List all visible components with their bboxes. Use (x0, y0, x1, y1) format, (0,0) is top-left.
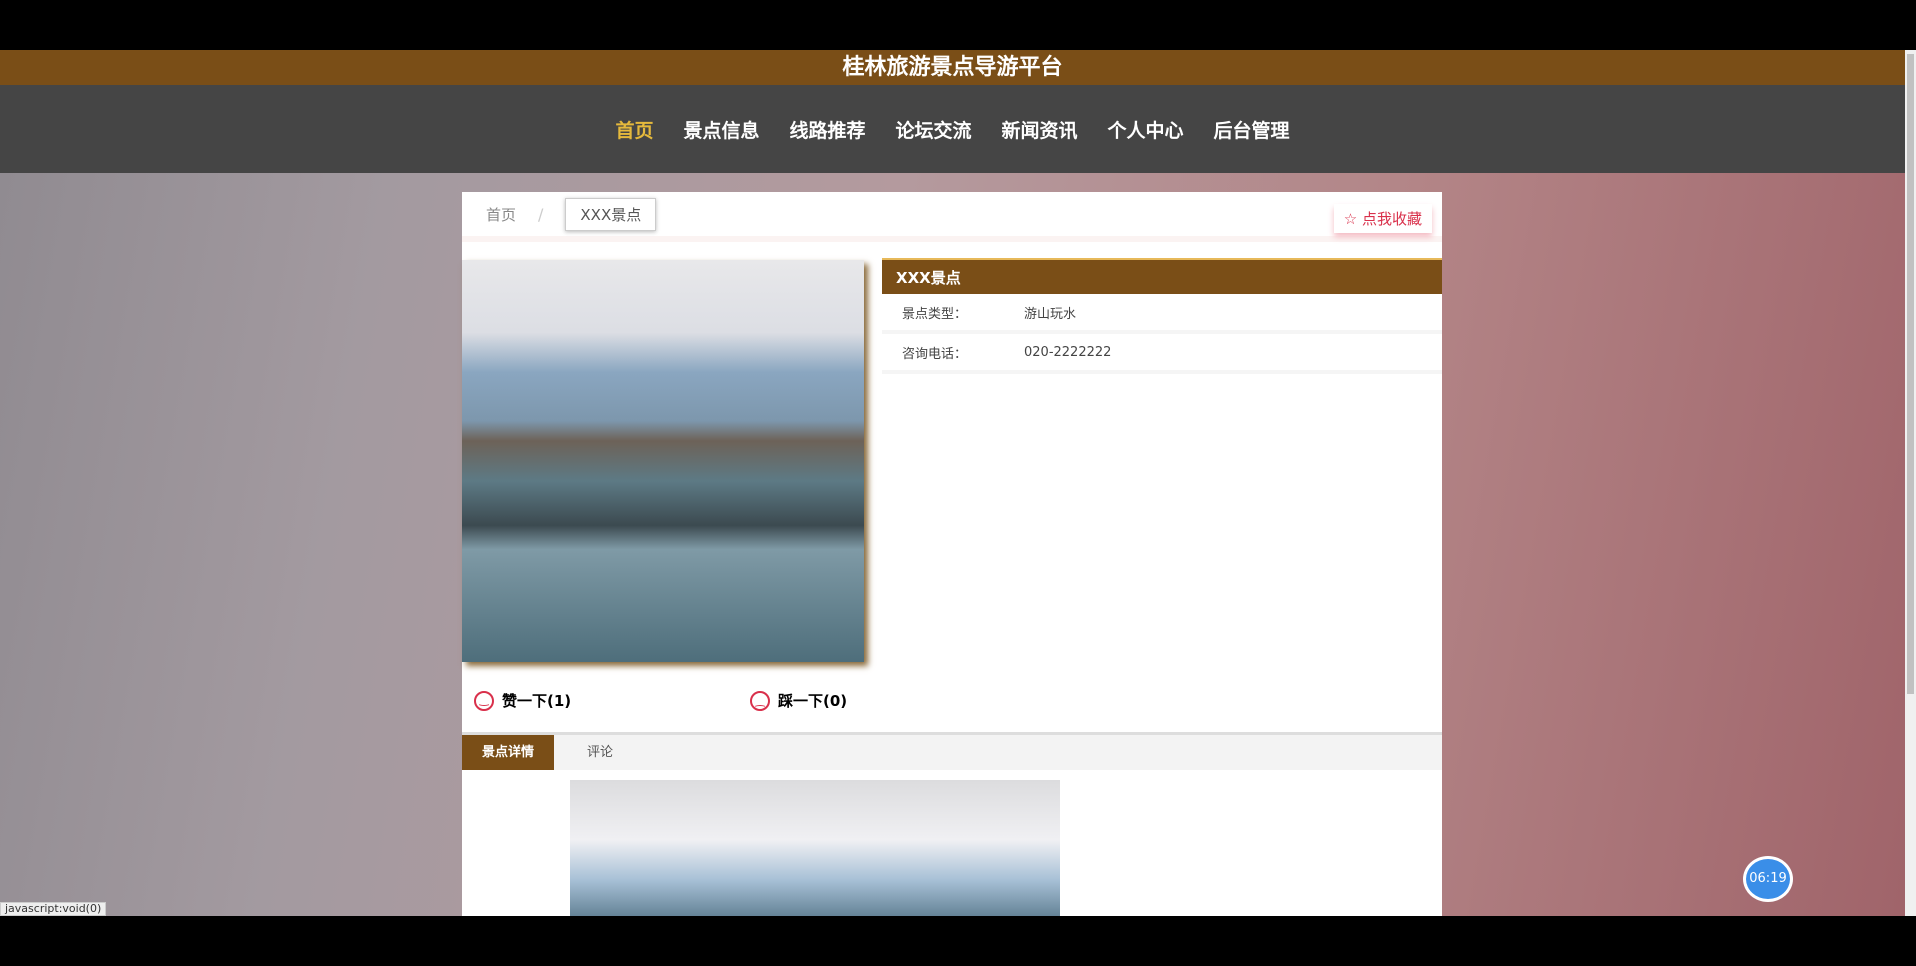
info-label: 咨询电话： (902, 346, 968, 362)
nav-forum[interactable]: 论坛交流 (895, 116, 971, 143)
nav-routes[interactable]: 线路推荐 (789, 116, 865, 143)
dislike-label: 踩一下(0) (778, 692, 848, 710)
smile-icon: ‿ (474, 690, 494, 711)
favorite-button[interactable]: ☆ 点我收藏 (1334, 204, 1432, 233)
timer-badge: 06:19 (1743, 856, 1793, 902)
info-panel: XXX景点 景点类型： 游山玩水 咨询电话： 020-2222222 (882, 258, 1442, 374)
nav-news[interactable]: 新闻资讯 (1002, 116, 1078, 143)
site-title: 桂林旅游景点导游平台 (0, 50, 1905, 85)
info-value: 020-2222222 (1024, 344, 1112, 360)
scrollbar[interactable] (1905, 50, 1916, 916)
like-label: 赞一下(1) (502, 692, 572, 710)
dislike-button[interactable]: ⁔ 踩一下(0) (750, 690, 1026, 711)
status-bar-url: javascript:void(0) (0, 902, 107, 916)
breadcrumb-home[interactable]: 首页 (486, 204, 516, 225)
browser-viewport: 桂林旅游景点导游平台 首页 景点信息 线路推荐 论坛交流 新闻资讯 个人中心 后… (0, 50, 1905, 916)
breadcrumb-current: XXX景点 (565, 197, 657, 231)
like-button[interactable]: ‿ 赞一下(1) (474, 690, 750, 711)
tab-comments[interactable]: 评论 (554, 735, 646, 770)
vote-bar: ‿ 赞一下(1) ⁔ 踩一下(0) (474, 690, 1026, 711)
frown-icon: ⁔ (750, 690, 770, 711)
info-row-type: 景点类型： 游山玩水 (882, 294, 1442, 334)
attraction-card: 首页 / XXX景点 ☆ 点我收藏 XXX景点 景点类型： 游山玩水 咨询电话： 0… (462, 192, 1442, 916)
scrollbar-thumb[interactable] (1907, 54, 1914, 694)
info-value: 游山玩水 (1024, 306, 1077, 322)
detail-tabs: 景点详情 评论 (462, 732, 1442, 770)
info-title: XXX景点 (882, 258, 1442, 294)
nav-admin[interactable]: 后台管理 (1214, 116, 1290, 143)
main-nav: 首页 景点信息 线路推荐 论坛交流 新闻资讯 个人中心 后台管理 (0, 85, 1905, 173)
attraction-image (462, 260, 864, 662)
breadcrumb: 首页 / XXX景点 ☆ 点我收藏 (462, 192, 1442, 242)
nav-home[interactable]: 首页 (615, 116, 653, 143)
bottom-letterbox (0, 916, 1916, 966)
breadcrumb-separator: / (538, 204, 544, 224)
info-row-phone: 咨询电话： 020-2222222 (882, 334, 1442, 374)
top-letterbox (0, 0, 1916, 50)
tab-details[interactable]: 景点详情 (462, 735, 554, 770)
nav-profile[interactable]: 个人中心 (1108, 116, 1184, 143)
nav-attractions[interactable]: 景点信息 (683, 116, 759, 143)
info-label: 景点类型： (902, 306, 968, 322)
detail-image (570, 780, 1060, 916)
